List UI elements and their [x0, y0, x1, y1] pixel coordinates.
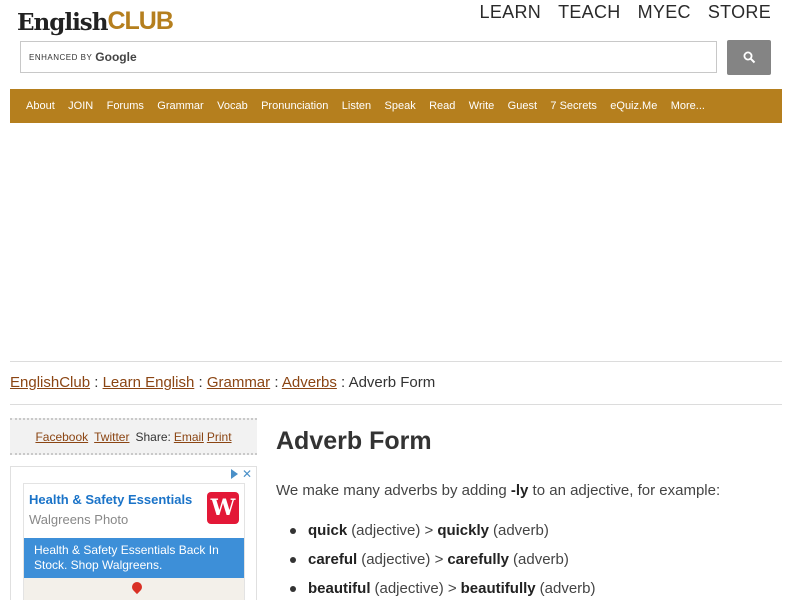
- example-adverb: carefully: [447, 551, 510, 568]
- list-item: careful (adjective) > carefully (adverb): [290, 545, 600, 574]
- map-pin-icon: [129, 579, 145, 595]
- ad-card[interactable]: Health & Safety Essentials Walgreens Pho…: [23, 483, 245, 600]
- example-adverb-tag: (adverb): [539, 580, 596, 597]
- example-adverb: quickly: [437, 522, 489, 539]
- nav-about[interactable]: About: [26, 100, 55, 112]
- share-label: Share:: [135, 429, 171, 444]
- ad-title[interactable]: Health & Safety Essentials: [29, 492, 192, 507]
- breadcrumb-learn-english[interactable]: Learn English: [103, 374, 195, 391]
- example-adjective-tag: (adjective) >: [361, 551, 444, 568]
- nav-pronunciation[interactable]: Pronunciation: [261, 100, 328, 112]
- divider: [10, 404, 782, 405]
- example-adjective: beautiful: [308, 580, 371, 597]
- breadcrumb-separator: :: [341, 374, 346, 391]
- divider: [10, 361, 782, 362]
- share-email-link[interactable]: Email: [174, 430, 204, 444]
- walgreens-logo-icon: W: [207, 492, 239, 524]
- nav-join[interactable]: JOIN: [68, 100, 93, 112]
- example-adjective: quick: [308, 522, 348, 539]
- logo-club-text: CLUB: [107, 7, 173, 35]
- breadcrumb-englishclub[interactable]: EnglishClub: [10, 374, 90, 391]
- nav-speak[interactable]: Speak: [385, 100, 416, 112]
- close-icon[interactable]: ✕: [242, 467, 252, 481]
- nav-forums[interactable]: Forums: [107, 100, 144, 112]
- ad-subtitle: Walgreens Photo: [29, 512, 129, 527]
- example-list: quick (adjective) > quickly (adverb) car…: [290, 516, 600, 600]
- topnav-store[interactable]: STORE: [708, 2, 771, 23]
- share-facebook-link[interactable]: Facebook: [35, 430, 88, 444]
- google-label: Google: [95, 50, 137, 64]
- site-logo[interactable]: English CLUB: [17, 0, 174, 36]
- list-item: quick (adjective) > quickly (adverb): [290, 516, 600, 545]
- example-adverb-tag: (adverb): [493, 522, 549, 539]
- intro-paragraph: We make many adverbs by adding -ly to an…: [276, 482, 720, 499]
- breadcrumb-current: Adverb Form: [348, 374, 436, 391]
- top-nav: LEARN TEACH MYEC STORE: [480, 2, 771, 23]
- example-adjective-tag: (adjective) >: [374, 580, 457, 597]
- example-adjective-tag: (adjective) >: [351, 522, 434, 539]
- share-bar: Facebook Twitter Share: Email Print: [10, 418, 257, 455]
- nav-read[interactable]: Read: [429, 100, 455, 112]
- list-item: beautiful (adjective) > beautifully (adv…: [290, 574, 600, 600]
- page-title: Adverb Form: [276, 427, 432, 455]
- ad-choices[interactable]: ✕: [230, 467, 252, 481]
- intro-suffix: -ly: [510, 482, 529, 499]
- topnav-teach[interactable]: TEACH: [558, 2, 621, 23]
- breadcrumb-separator: :: [274, 374, 279, 391]
- search-button[interactable]: [727, 40, 771, 75]
- topnav-learn[interactable]: LEARN: [480, 2, 542, 23]
- nav-7-secrets[interactable]: 7 Secrets: [550, 100, 596, 112]
- search-icon: [743, 51, 755, 64]
- intro-text-after: to an adjective, for example:: [532, 482, 721, 499]
- breadcrumb-grammar[interactable]: Grammar: [207, 374, 270, 391]
- breadcrumb-separator: :: [94, 374, 99, 391]
- example-adverb: beautifully: [460, 580, 536, 597]
- ad-map[interactable]: [24, 578, 244, 600]
- nav-more[interactable]: More...: [671, 100, 705, 112]
- ad-container: ✕ Health & Safety Essentials Walgreens P…: [10, 466, 257, 600]
- search-input[interactable]: ENHANCED BY Google: [20, 41, 717, 73]
- adchoices-icon: [230, 469, 238, 479]
- share-twitter-link[interactable]: Twitter: [94, 430, 129, 444]
- main-nav: About JOIN Forums Grammar Vocab Pronunci…: [10, 89, 782, 123]
- nav-grammar[interactable]: Grammar: [157, 100, 203, 112]
- logo-english-text: English: [17, 9, 108, 36]
- breadcrumb: EnglishClub : Learn English : Grammar : …: [10, 374, 435, 391]
- intro-text-before: We make many adverbs by adding: [276, 482, 507, 499]
- ad-body[interactable]: Health & Safety Essentials Back In Stock…: [24, 538, 244, 578]
- nav-listen[interactable]: Listen: [342, 100, 371, 112]
- nav-guest[interactable]: Guest: [508, 100, 537, 112]
- enhanced-by-label: ENHANCED BY: [29, 52, 93, 62]
- topnav-myec[interactable]: MYEC: [638, 2, 691, 23]
- nav-equiz[interactable]: eQuiz.Me: [610, 100, 657, 112]
- share-print-link[interactable]: Print: [207, 430, 232, 444]
- nav-write[interactable]: Write: [469, 100, 494, 112]
- breadcrumb-adverbs[interactable]: Adverbs: [282, 374, 337, 391]
- breadcrumb-separator: :: [198, 374, 203, 391]
- example-adverb-tag: (adverb): [513, 551, 569, 568]
- nav-vocab[interactable]: Vocab: [217, 100, 248, 112]
- example-adjective: careful: [308, 551, 358, 568]
